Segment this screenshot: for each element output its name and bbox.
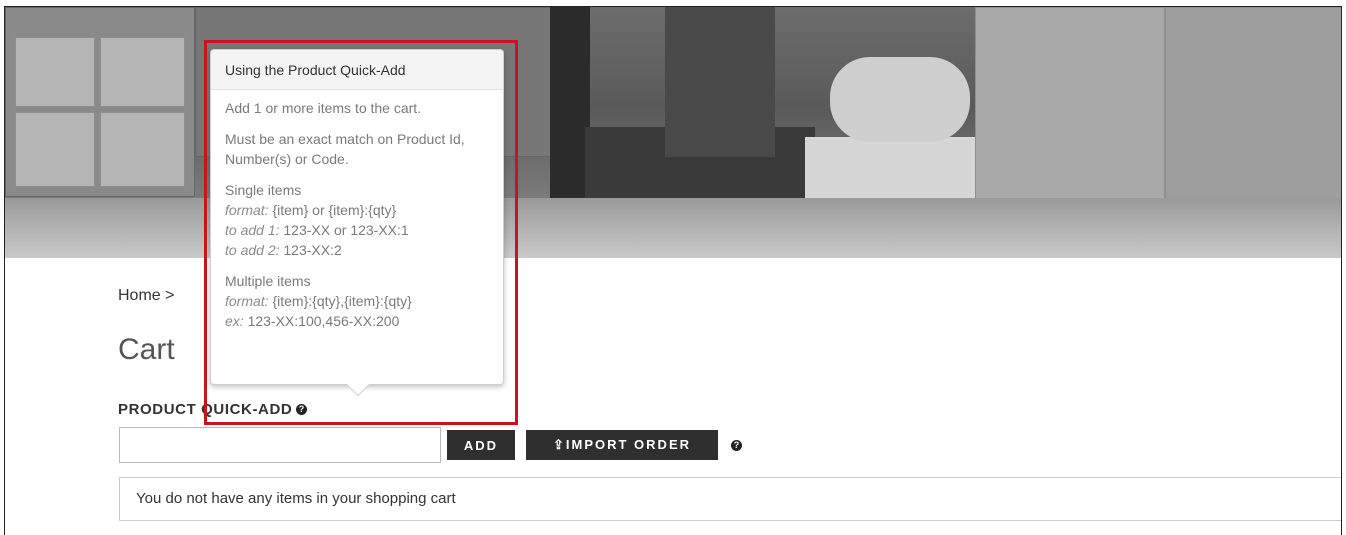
- multi-ex-label: ex:: [225, 313, 244, 329]
- popover-line-1: Add 1 or more items to the cart.: [225, 100, 422, 116]
- screenshot-frame: Home > Cart PRODUCT QUICK-ADD? ADD ⇪IMPO…: [4, 6, 1342, 535]
- single-format-label: format:: [225, 202, 269, 218]
- quick-add-input[interactable]: [119, 427, 441, 463]
- breadcrumb-separator: >: [165, 287, 175, 304]
- multi-ex-value: 123-XX:100,456-XX:200: [247, 313, 400, 329]
- popover-line-2: Must be an exact match on Product Id, Nu…: [225, 131, 465, 167]
- import-order-button[interactable]: ⇪IMPORT ORDER: [526, 430, 718, 460]
- popover-body: Add 1 or more items to the cart. Must be…: [211, 90, 503, 331]
- import-order-label: IMPORT ORDER: [565, 437, 692, 452]
- import-help-icon[interactable]: ?: [731, 440, 742, 451]
- single-add1-value: 123-XX or 123-XX:1: [283, 222, 409, 238]
- empty-cart-message: You do not have any items in your shoppi…: [119, 477, 1341, 521]
- quick-add-heading: PRODUCT QUICK-ADD?: [118, 401, 308, 418]
- quick-add-help-popover: Using the Product Quick-Add Add 1 or mor…: [210, 49, 504, 397]
- popover-single-items: Single items format: {item} or {item}:{q…: [225, 180, 489, 260]
- popover-multiple-items: Multiple items format: {item}:{qty},{ite…: [225, 271, 489, 331]
- breadcrumb: Home >: [118, 287, 174, 305]
- single-add2-label: to add 2:: [225, 242, 280, 258]
- single-add2-value: 123-XX:2: [283, 242, 342, 258]
- add-button[interactable]: ADD: [447, 430, 515, 460]
- multi-format-label: format:: [225, 293, 269, 309]
- single-add1-label: to add 1:: [225, 222, 280, 238]
- multi-heading: Multiple items: [225, 273, 311, 289]
- popover-title: Using the Product Quick-Add: [211, 50, 503, 90]
- quick-add-heading-label: PRODUCT QUICK-ADD: [118, 401, 293, 418]
- multi-format-value: {item}:{qty},{item}:{qty}: [272, 293, 412, 309]
- question-circle-icon[interactable]: ?: [296, 404, 308, 415]
- upload-icon: ⇪: [552, 437, 566, 452]
- single-format-value: {item} or {item}:{qty}: [272, 202, 397, 218]
- hero-banner: [5, 7, 1341, 258]
- breadcrumb-home-link[interactable]: Home: [118, 287, 161, 304]
- page-title: Cart: [118, 333, 175, 366]
- single-heading: Single items: [225, 182, 302, 198]
- popover-arrow: [346, 373, 370, 397]
